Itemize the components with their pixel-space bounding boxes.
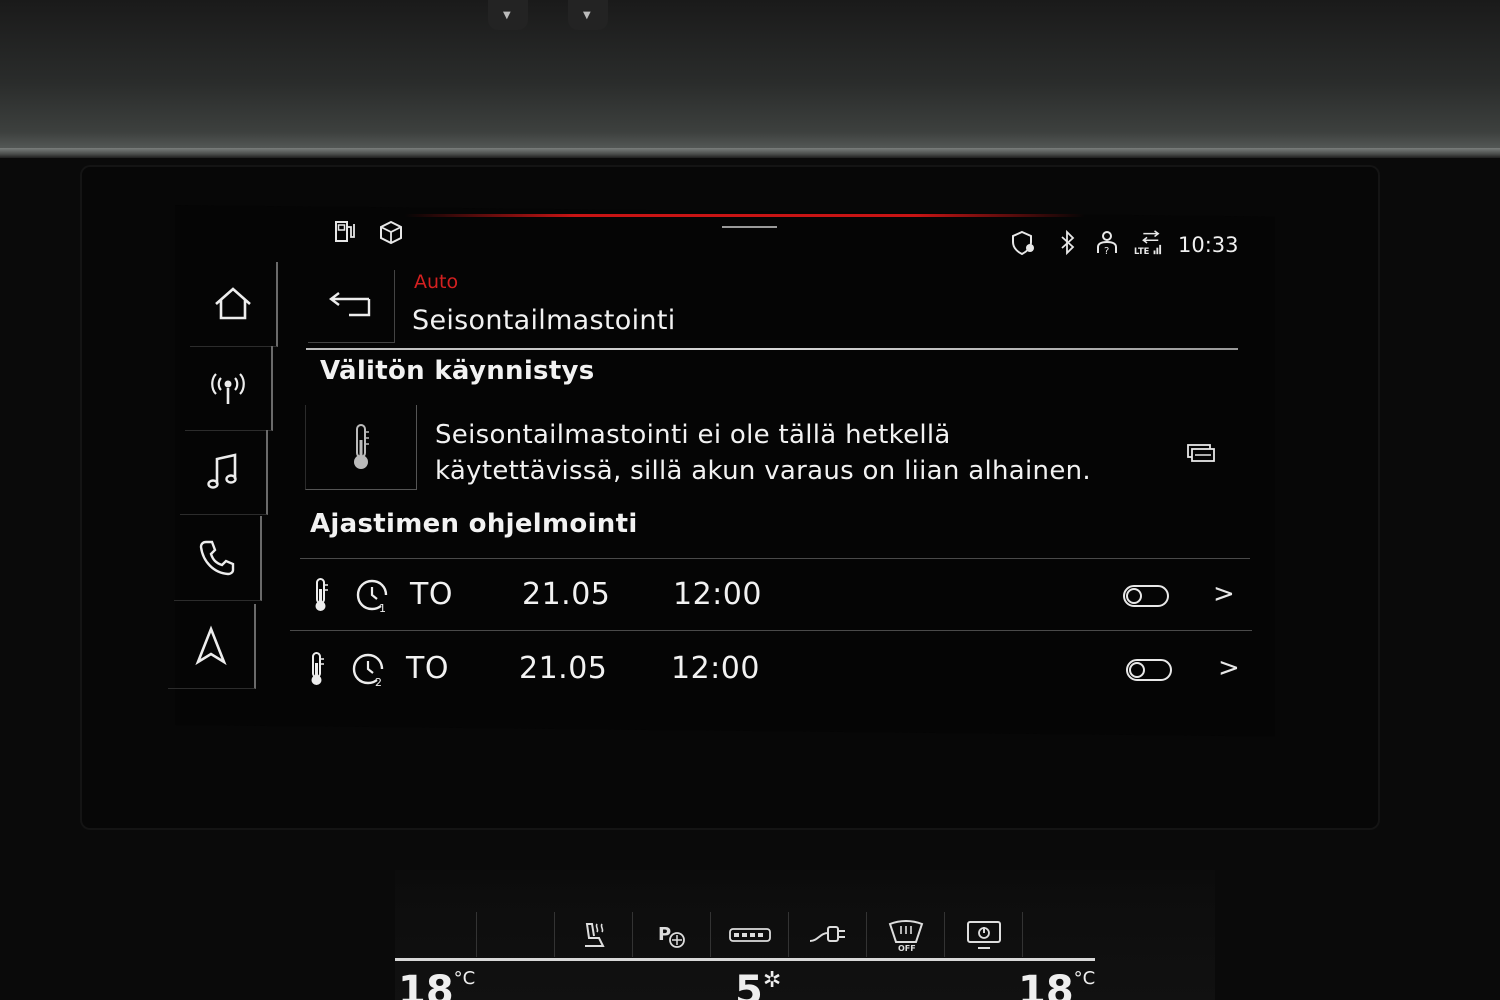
- sidebar-item-phone[interactable]: [174, 516, 262, 601]
- seat-heating-icon: [585, 922, 605, 947]
- fan-level[interactable]: 5✲: [735, 968, 781, 1000]
- clock: 10:33: [1178, 233, 1239, 257]
- svg-text:OFF: OFF: [898, 944, 916, 952]
- timer-day: TO: [406, 651, 449, 686]
- display-power-icon: [967, 920, 1001, 949]
- charging-plug-icon: [809, 925, 845, 942]
- chevron-right-icon[interactable]: >: [1213, 579, 1235, 609]
- music-note-icon: [207, 453, 237, 489]
- sidebar-item-radio[interactable]: [185, 346, 273, 431]
- home-icon: [215, 287, 251, 320]
- chevron-down-icon: ▼: [503, 10, 511, 21]
- divider: [290, 630, 1252, 631]
- dashboard-trim: ▼ ▼: [0, 0, 1500, 150]
- header-divider: [306, 348, 1238, 350]
- thermometer-icon: [315, 578, 328, 611]
- instant-start-heading: Välitön käynnistys: [320, 356, 595, 386]
- timer-toggle[interactable]: [1123, 585, 1169, 607]
- timer-row-2[interactable]: 2 TO 21.05 12:00 >: [291, 637, 1246, 703]
- climate-power-button[interactable]: [946, 912, 1023, 957]
- toggle-knob: [1126, 588, 1142, 604]
- air-vent: ▼: [488, 0, 528, 30]
- navigation-arrow-icon: [195, 625, 227, 666]
- air-vent: ▼: [568, 0, 608, 30]
- svg-text:2: 2: [375, 676, 382, 687]
- thermometer-icon: [311, 652, 324, 685]
- phone-icon: [199, 540, 235, 576]
- thermometer-icon: [354, 424, 369, 469]
- message-line: käytettävissä, sillä akun varaus on liia…: [435, 456, 1091, 486]
- drag-handle[interactable]: [722, 226, 777, 228]
- fuel-station-icon[interactable]: [333, 218, 361, 246]
- seat-heating-button[interactable]: [556, 912, 633, 957]
- left-temperature[interactable]: 18°C: [398, 968, 475, 1000]
- rear-defrost-button[interactable]: [712, 912, 789, 957]
- climate-slot-empty: [478, 912, 555, 957]
- parking-heater-button[interactable]: P: [634, 912, 711, 957]
- sidebar-item-home[interactable]: [190, 262, 278, 347]
- timer-clock-icon: 1: [356, 579, 388, 613]
- defrost-off-button[interactable]: OFF: [868, 912, 945, 957]
- charging-button[interactable]: [790, 912, 867, 957]
- timer-toggle[interactable]: [1126, 659, 1172, 681]
- fan-level-value: 5: [735, 968, 763, 1000]
- divider: [300, 558, 1250, 559]
- back-button[interactable]: [308, 270, 395, 343]
- parking-heater-icon: P: [658, 924, 685, 948]
- temperature-unit: °C: [1073, 968, 1096, 989]
- bluetooth-icon[interactable]: [1054, 229, 1082, 257]
- location-shield-icon[interactable]: [1010, 229, 1038, 257]
- timer-programming-heading: Ajastimen ohjelmointi: [310, 509, 638, 539]
- svg-text:?: ?: [1104, 246, 1109, 257]
- lte-signal-icon[interactable]: LTE: [1134, 229, 1162, 257]
- timer-time: 12:00: [673, 577, 762, 612]
- rear-defrost-icon: [729, 927, 771, 942]
- climate-divider: [395, 958, 1095, 961]
- profile-icon[interactable]: ?: [1094, 229, 1122, 257]
- status-accent-line: [405, 214, 1085, 217]
- timer-time: 12:00: [671, 651, 760, 686]
- right-temperature[interactable]: 18°C: [1018, 968, 1095, 1000]
- page-title: Seisontailmastointi: [412, 305, 676, 336]
- timer-date: 21.05: [519, 651, 608, 686]
- sidebar-item-media[interactable]: [180, 430, 268, 515]
- chevron-right-icon[interactable]: >: [1218, 653, 1240, 683]
- timer-clock-icon: 2: [352, 653, 384, 687]
- temperature-value: 18: [398, 968, 454, 1000]
- back-arrow-icon: [329, 292, 371, 317]
- svg-text:P: P: [658, 924, 671, 945]
- timer-day: TO: [410, 577, 453, 612]
- temperature-unit: °C: [453, 968, 476, 989]
- timer-date: 21.05: [522, 577, 611, 612]
- breadcrumb[interactable]: Auto: [414, 271, 458, 293]
- unavailable-message: Seisontailmastointi ei ole tällä hetkell…: [435, 417, 1155, 489]
- climate-slot-empty: [400, 912, 477, 957]
- instant-start-button[interactable]: [305, 405, 417, 490]
- fan-icon: ✲: [762, 968, 782, 993]
- temperature-value: 18: [1018, 968, 1074, 1000]
- toggle-knob: [1129, 662, 1145, 678]
- sidebar-item-navigation[interactable]: [168, 604, 256, 689]
- svg-text:LTE: LTE: [1134, 246, 1150, 256]
- chevron-down-icon: ▼: [583, 10, 591, 21]
- message-line: Seisontailmastointi ei ole tällä hetkell…: [435, 420, 951, 450]
- svg-text:1: 1: [379, 602, 386, 613]
- timer-row-1[interactable]: 1 TO 21.05 12:00 >: [295, 563, 1250, 629]
- windshield-defrost-off-icon: OFF: [888, 919, 924, 952]
- dashboard-trim-line: [0, 148, 1500, 158]
- battery-icon: [1187, 444, 1215, 462]
- radio-antenna-icon: [211, 373, 245, 404]
- cube-icon[interactable]: [377, 219, 405, 247]
